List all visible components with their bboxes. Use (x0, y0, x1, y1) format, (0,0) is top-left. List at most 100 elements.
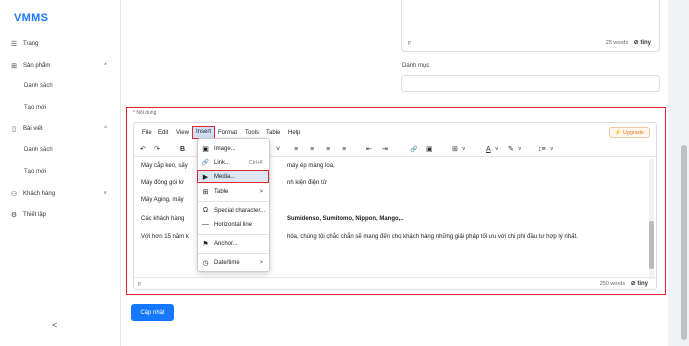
upgrade-button[interactable]: ⚡ Upgrade (608, 127, 650, 138)
sidebar-item-label: Bài viết (23, 126, 43, 132)
word-count-text: 250 words (599, 281, 626, 287)
document-icon: ▯ (12, 126, 16, 133)
danh-muc-input[interactable] (401, 75, 660, 92)
editor-statusbar: p 250 words ⊘ tiny (134, 277, 656, 289)
redo-icon[interactable]: ↷ (154, 145, 160, 155)
highlight-icon[interactable]: ✎ (508, 145, 514, 155)
danh-muc-label: Danh mục (402, 63, 430, 69)
content-text: Máy Aging, máy (141, 197, 184, 203)
sidebar-item-trang[interactable]: ☰ Trang (0, 34, 121, 54)
insert-menu-item-link[interactable]: 🔗 Link... Ctrl+K (198, 156, 269, 169)
page-scroll-thumb[interactable] (681, 145, 687, 340)
menu-divider (198, 234, 269, 235)
text-color-icon[interactable]: A (486, 145, 491, 155)
menu-item-label: Anchor... (214, 240, 238, 247)
sidebar-item-san-pham[interactable]: ⊞ Sản phẩm ^ (0, 56, 121, 76)
horizontal-line-icon: — (202, 221, 209, 228)
link-icon[interactable]: 🔗 (410, 145, 417, 155)
update-button[interactable]: Cập nhật (131, 304, 174, 321)
chevron-down-icon: ˅ (103, 191, 107, 197)
required-mark: * (133, 110, 135, 116)
sidebar-item-bai-viet[interactable]: ▯ Bài viết ^ (0, 119, 121, 139)
chevron-down-icon[interactable]: ˅ (276, 145, 280, 155)
menu-edit[interactable]: Edit (158, 127, 168, 139)
sidebar-collapse-button[interactable]: < (52, 320, 57, 330)
chevron-right-icon: > (259, 188, 263, 195)
editor-scrollbar[interactable] (649, 159, 654, 279)
insert-menu-item-image[interactable]: ▣ Image... (198, 142, 269, 155)
menu-view[interactable]: View (176, 127, 189, 139)
menu-item-label: Media... (214, 173, 236, 180)
align-center-icon[interactable]: ≡ (310, 145, 314, 155)
menu-file[interactable]: File (142, 127, 152, 139)
sidebar-item-label: Trang (23, 41, 39, 47)
sidebar-subitem-san-pham-tao-moi[interactable]: Tạo mới (0, 98, 121, 118)
outdent-icon[interactable]: ⇤ (366, 145, 372, 155)
page-scrollbar[interactable] (679, 0, 689, 346)
sidebar-subitem-bai-viet-tao-moi[interactable]: Tạo mới (0, 162, 121, 182)
menu-item-label: Horizontal line (214, 221, 253, 228)
content-line: Với hơn 15 năm k hóa, chúng tôi chắc chắ… (141, 234, 578, 240)
insert-menu-item-media[interactable]: ▶ Media... (197, 170, 269, 183)
sidebar-subitem-bai-viet-danh-sach[interactable]: Danh sách (0, 140, 121, 160)
chevron-down-icon[interactable]: ˅ (462, 145, 466, 155)
insert-menu-item-date-time[interactable]: ◷ Date/time > (198, 256, 269, 269)
bookmark-icon: ⚑ (202, 240, 209, 248)
insert-menu-item-horizontal-line[interactable]: — Horizontal line (198, 218, 269, 231)
menu-table[interactable]: Table (266, 127, 280, 139)
chevron-up-icon: ^ (104, 63, 107, 69)
content-text: Máy đóng gói lơ (141, 180, 184, 186)
tiny-logo[interactable]: ⊘ tiny (634, 40, 651, 46)
image-icon[interactable]: ▣ (426, 145, 433, 155)
menu-icon: ☰ (10, 41, 18, 48)
indent-icon[interactable]: ⇥ (382, 145, 388, 155)
align-right-icon[interactable]: ≡ (326, 145, 330, 155)
omega-icon: Ω (202, 207, 209, 214)
menu-divider (198, 201, 269, 202)
chevron-down-icon[interactable]: ˅ (495, 145, 499, 155)
content-text: nh kiện điện tử (287, 180, 327, 186)
media-icon: ▶ (202, 173, 209, 181)
tiny-brand: tiny (637, 281, 648, 287)
shortcut-text: Ctrl+K (248, 159, 263, 166)
align-justify-icon[interactable]: ≡ (342, 145, 346, 155)
table-icon[interactable]: ⊞ (452, 145, 458, 155)
content-text: Với hơn 15 năm k (141, 234, 189, 240)
chevron-down-icon[interactable]: ˅ (518, 145, 522, 155)
sidebar: VMMS ☰ Trang ⊞ Sản phẩm ^ Danh sách Tạo … (0, 0, 121, 346)
content-text: máy ép màng loa, (287, 163, 335, 169)
menu-item-label: Link... (214, 159, 231, 166)
undo-icon[interactable]: ↶ (140, 145, 146, 155)
table-icon: ⊞ (202, 188, 209, 196)
sidebar-subitem-san-pham-danh-sach[interactable]: Danh sách (0, 76, 121, 96)
grid-icon: ⊞ (11, 63, 17, 70)
insert-menu-item-special-character[interactable]: Ω Special character... (198, 204, 269, 217)
insert-menu-item-anchor[interactable]: ⚑ Anchor... (198, 237, 269, 250)
content-line: Máy Aging, máy (141, 197, 184, 203)
insert-menu: ▣ Image... 🔗 Link... Ctrl+K ▶ Media... ⊞… (197, 138, 270, 272)
chevron-up-icon: ^ (104, 126, 107, 132)
word-count: 250 words ⊘ tiny (600, 280, 648, 287)
line-height-icon[interactable]: ↕≡ (538, 145, 546, 155)
content-line: Máy cắp keo, sấy máy ép màng loa, (141, 163, 335, 169)
align-left-icon[interactable]: ≡ (294, 145, 298, 155)
menu-item-label: Table (214, 188, 229, 195)
content-text: hóa, chúng tôi chắc chắn sẽ mang đến cho… (287, 234, 578, 240)
insert-menu-item-table[interactable]: ⊞ Table > (198, 185, 269, 198)
sidebar-item-thiet-lap[interactable]: ⚙ Thiết lập (0, 205, 121, 225)
word-count-text: 25 words (605, 40, 629, 46)
editor-scroll-thumb[interactable] (649, 221, 654, 269)
sidebar-item-khach-hang[interactable]: ⚇ Khách hàng ˅ (0, 184, 121, 204)
menu-help[interactable]: Help (288, 127, 300, 139)
app-logo[interactable]: VMMS (14, 12, 48, 24)
menu-item-label: Special character... (214, 207, 266, 214)
chevron-down-icon[interactable]: ˅ (550, 145, 554, 155)
content-line: Các khách hàng Sumidenso, Sumitomo, Nipp… (141, 216, 404, 222)
content-text: Các khách hàng (141, 216, 185, 222)
bold-button[interactable]: B (180, 145, 185, 155)
summary-editor[interactable]: p 25 words ⊘ tiny (401, 0, 660, 52)
menu-item-label: Image... (214, 145, 236, 152)
clock-icon: ◷ (202, 259, 209, 267)
tiny-logo[interactable]: ⊘ tiny (631, 281, 648, 287)
sidebar-item-label: Khách hàng (23, 191, 56, 197)
